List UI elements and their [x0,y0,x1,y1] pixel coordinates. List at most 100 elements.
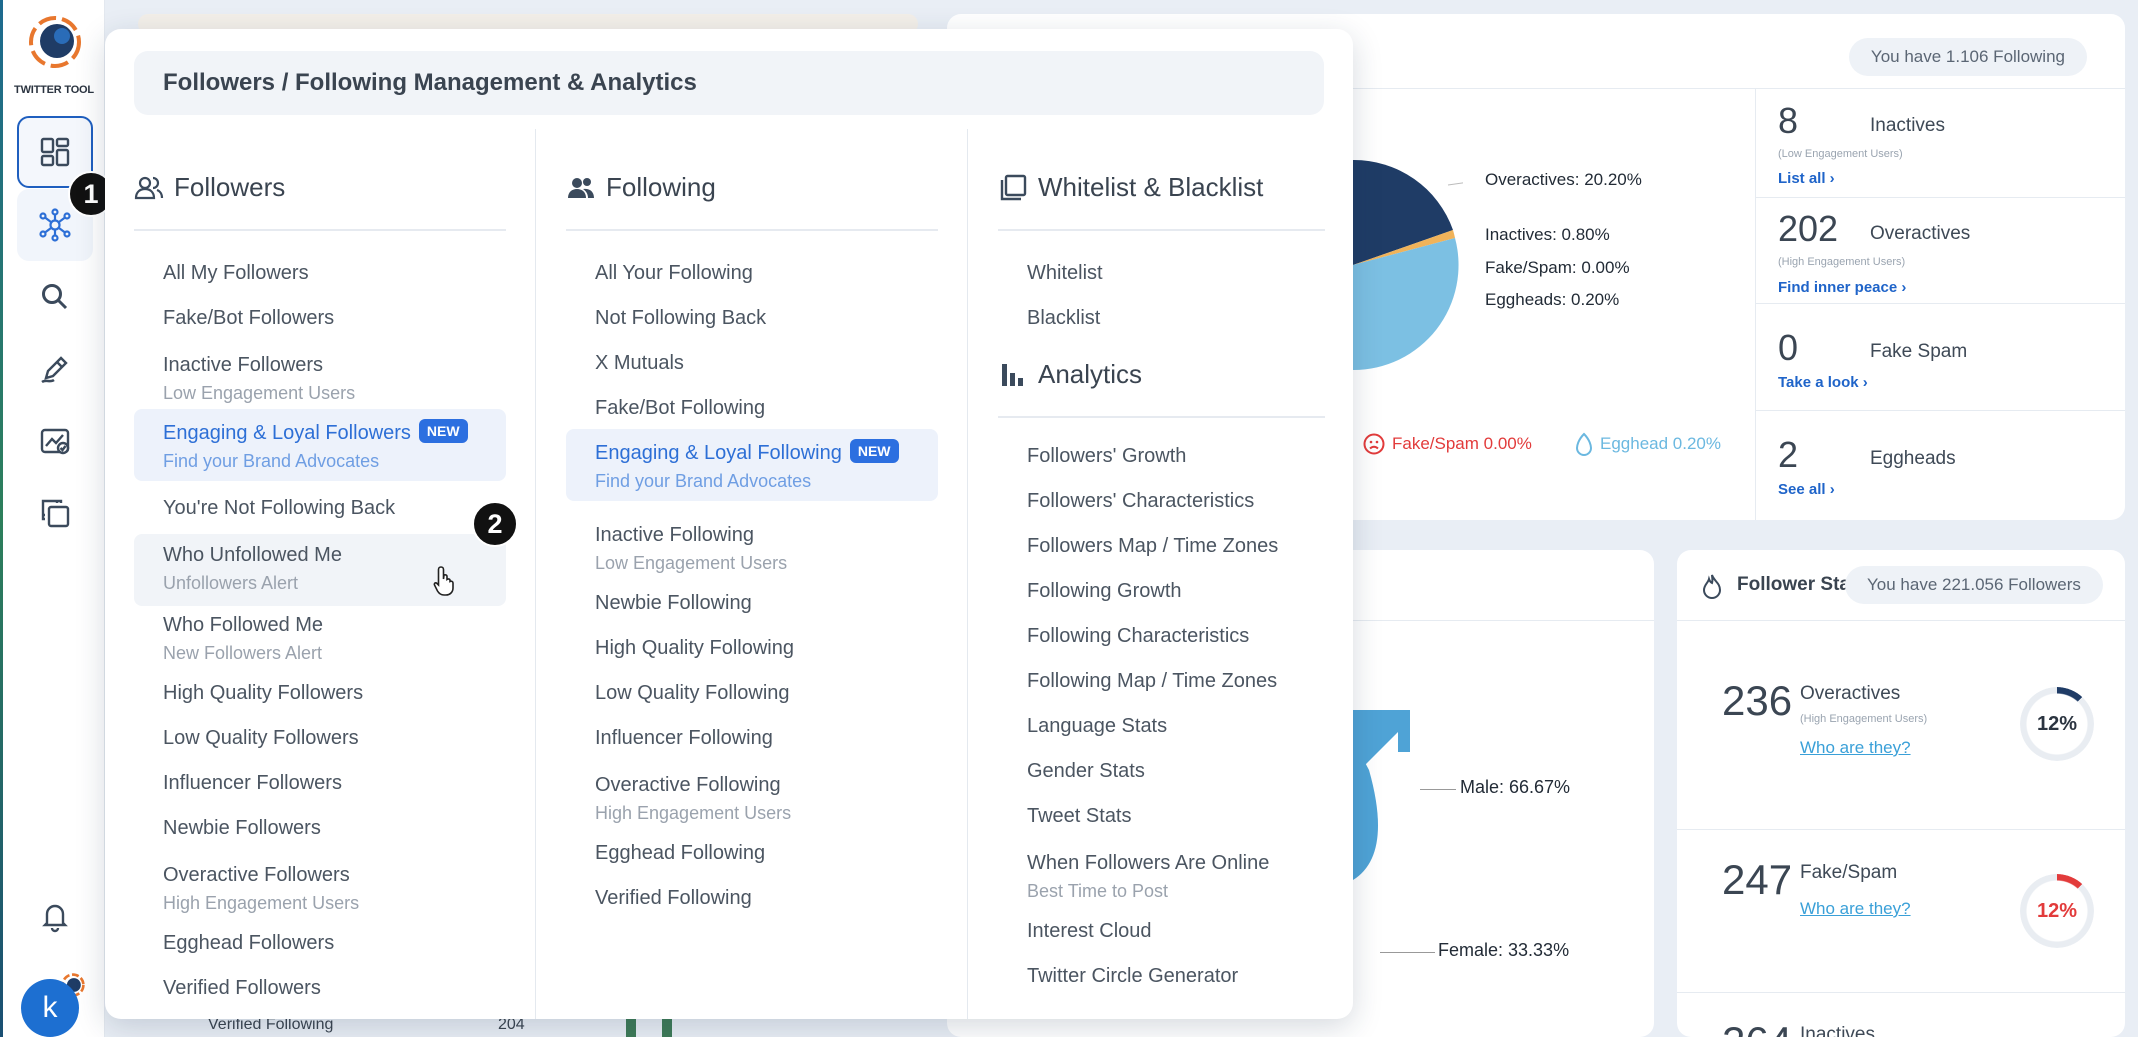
stat-divider [1756,303,2125,304]
menu-item-followers-map-time-zones[interactable]: Followers Map / Time Zones [998,527,1325,569]
menu-item-tweet-stats[interactable]: Tweet Stats [998,797,1325,839]
menu-item-low-quality-followers[interactable]: Low Quality Followers [134,719,506,761]
menu-item-text: Verified Followers [163,977,321,999]
menu-item-label: Tweet Stats [1027,805,1296,828]
menu-item-following-growth[interactable]: Following Growth [998,572,1325,614]
menu-item-influencer-following[interactable]: Influencer Following [566,719,938,761]
stat-divider [1677,829,2125,830]
menu-item-label: Influencer Following [595,727,909,750]
stat-link[interactable]: See all › [1778,481,1835,498]
menu-item-when-followers-are-online[interactable]: When Followers Are Online Best Time to Po… [998,842,1325,914]
dashboard-icon [40,137,70,167]
followers-count-pill: You have 221.056 Followers [1845,566,2103,604]
menu-item-blacklist[interactable]: Blacklist [998,299,1325,341]
menu-item-egghead-followers[interactable]: Egghead Followers [134,924,506,966]
menu-item-inactive-following[interactable]: Inactive Following Low Engagement Users [566,514,938,586]
menu-item-interest-cloud[interactable]: Interest Cloud [998,912,1325,954]
menu-item-high-quality-following[interactable]: High Quality Following [566,629,938,671]
nav-compose[interactable] [17,333,93,405]
menu-item-label: Engaging & Loyal Following NEW [595,439,909,465]
app-logo[interactable] [29,16,81,68]
menu-item-who-followed-me[interactable]: Who Followed Me New Followers Alert [134,604,506,676]
menu-item-followers-growth[interactable]: Followers' Growth [998,437,1325,479]
menu-item-label: Verified Followers [163,977,477,1000]
menu-item-followers-characteristics[interactable]: Followers' Characteristics [998,482,1325,524]
menu-item-newbie-following[interactable]: Newbie Following [566,584,938,626]
menu-item-label: All My Followers [163,262,477,285]
stat-title: Overactives [1870,223,1971,244]
menu-item-high-quality-followers[interactable]: High Quality Followers [134,674,506,716]
menu-item-label: Followers' Growth [1027,445,1296,468]
menu-item-x-mutuals[interactable]: X Mutuals [566,344,938,386]
sidebar: TWITTER TOOL k [3,0,105,1037]
lists-heading-rule [998,229,1325,231]
menu-item-label: Overactive Following [595,774,909,797]
search-icon [42,284,68,310]
menu-item-label: Influencer Followers [163,772,477,795]
menu-item-language-stats[interactable]: Language Stats [998,707,1325,749]
menu-item-label: Fake/Bot Followers [163,307,477,330]
menu-item-following-characteristics[interactable]: Following Characteristics [998,617,1325,659]
menu-item-label: Verified Following [595,887,909,910]
stat-link[interactable]: Take a look › [1778,374,1868,391]
egg-icon [1575,432,1593,456]
menu-item-whitelist[interactable]: Whitelist [998,254,1325,296]
follower-stat-overactives-link[interactable]: Who are they? [1800,738,1911,758]
menu-item-low-quality-following[interactable]: Low Quality Following [566,674,938,716]
legend-egghead: Egghead 0.20% [1574,432,1721,456]
following-pie-chart [1353,159,1463,371]
stat-link[interactable]: Find inner peace › [1778,279,1906,296]
menu-item-you-re-not-following-back[interactable]: You're Not Following Back [134,489,506,531]
menu-item-engaging-loyal-following[interactable]: Engaging & Loyal Following NEW Find your B… [566,429,938,501]
card-header-divider [1677,620,2125,621]
menu-item-text: Following Growth [1027,580,1182,602]
menu-item-gender-stats[interactable]: Gender Stats [998,752,1325,794]
menu-item-verified-following[interactable]: Verified Following [566,879,938,921]
followers-heading: Followers [134,172,285,203]
follower-stat-inactives-title: Inactives [1800,1024,1875,1037]
menu-item-fake-bot-following[interactable]: Fake/Bot Following [566,389,938,431]
stat-title: Eggheads [1870,448,1956,469]
behind-bar-1 [626,1017,636,1037]
menu-item-overactive-following[interactable]: Overactive Following High Engagement User… [566,764,938,836]
menu-item-text: Overactive Following [595,774,781,796]
stat-link[interactable]: List all › [1778,170,1835,187]
stat-divider [1756,410,2125,411]
new-badge: NEW [418,419,468,443]
whitelist-icon [1000,174,1027,200]
follower-stat-inactives-num: 264 [1722,1018,1792,1037]
menu-item-text: Tweet Stats [1027,805,1132,827]
menu-item-text: Whitelist [1027,262,1103,284]
menu-item-overactive-followers[interactable]: Overactive Followers High Engagement User… [134,854,506,926]
menu-item-fake-bot-followers[interactable]: Fake/Bot Followers [134,299,506,341]
menu-item-egghead-following[interactable]: Egghead Following [566,834,938,876]
menu-item-text: Followers' Growth [1027,445,1187,467]
follower-stat-overactives-title: Overactives [1800,683,1901,704]
menu-item-subtitle: Low Engagement Users [595,553,788,573]
menu-item-text: Followers' Characteristics [1027,490,1255,512]
menu-item-all-your-following[interactable]: All Your Following [566,254,938,296]
menu-item-engaging-loyal-followers[interactable]: Engaging & Loyal Followers NEW Find your B… [134,409,506,481]
menu-item-text: Egghead Following [595,842,766,864]
follower-stat-fakespam-link[interactable]: Who are they? [1800,899,1911,919]
stat-num: 2 [1778,434,1799,475]
menu-item-twitter-circle-generator[interactable]: Twitter Circle Generator [998,957,1325,999]
menu-item-all-my-followers[interactable]: All My Followers [134,254,506,296]
menu-item-label: Following Characteristics [1027,625,1296,648]
nav-copy[interactable] [17,477,93,549]
user-avatar[interactable]: k [21,979,79,1037]
menu-item-influencer-followers[interactable]: Influencer Followers [134,764,506,806]
menu-item-not-following-back[interactable]: Not Following Back [566,299,938,341]
nav-analytics[interactable] [17,405,93,477]
menu-item-inactive-followers[interactable]: Inactive Followers Low Engagement Users [134,344,506,416]
menu-item-subtitle: New Followers Alert [163,643,323,663]
nav-search[interactable] [17,261,93,333]
follower-stats-card [1677,550,2125,1037]
pie-label-fakespam: Fake/Spam: 0.00% [1485,258,1630,277]
ring-percent: 12% [2036,899,2078,922]
menu-item-verified-followers[interactable]: Verified Followers [134,969,506,1011]
menu-item-newbie-followers[interactable]: Newbie Followers [134,809,506,851]
menu-item-following-map-time-zones[interactable]: Following Map / Time Zones [998,662,1325,704]
nav-notifications[interactable] [17,880,93,952]
menu-item-label: Who Unfollowed Me [163,544,477,567]
